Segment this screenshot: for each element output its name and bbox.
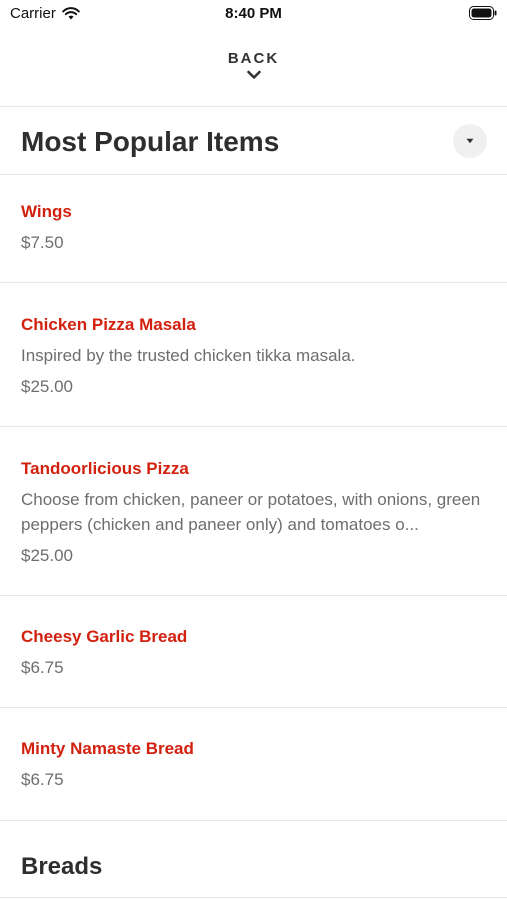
- battery-icon: [469, 6, 497, 20]
- divider: [0, 820, 507, 821]
- back-label: BACK: [227, 50, 280, 67]
- item-price: $7.50: [21, 233, 64, 252]
- menu-item-tandoorlicious-pizza[interactable]: Tandoorlicious Pizza Choose from chicken…: [0, 427, 507, 595]
- breads-section-title[interactable]: Breads: [21, 853, 102, 881]
- item-name: Wings: [21, 202, 72, 221]
- item-name: Chicken Pizza Masala: [21, 315, 196, 334]
- menu-item-cheesy-garlic-bread[interactable]: Cheesy Garlic Bread $6.75: [0, 596, 507, 707]
- menu-item-minty-namaste-bread[interactable]: Minty Namaste Bread $6.75: [0, 708, 507, 820]
- item-price: $25.00: [21, 546, 73, 565]
- status-bar: Carrier 8:40 PM: [0, 0, 507, 28]
- chevron-down-icon: [246, 70, 261, 79]
- item-description: Choose from chicken, paneer or potatoes,…: [21, 490, 481, 534]
- divider: [0, 897, 507, 898]
- section-collapse-button[interactable]: [453, 124, 487, 158]
- divider: [0, 106, 507, 107]
- section-header: Most Popular Items: [0, 108, 507, 174]
- menu-item-chicken-pizza-masala[interactable]: Chicken Pizza Masala Inspired by the tru…: [0, 283, 507, 426]
- item-price: $6.75: [21, 658, 64, 677]
- item-price: $6.75: [21, 770, 64, 789]
- item-description: Inspired by the trusted chicken tikka ma…: [21, 346, 356, 365]
- menu-item-wings[interactable]: Wings $7.50: [0, 175, 507, 282]
- item-price: $25.00: [21, 377, 73, 396]
- item-name: Cheesy Garlic Bread: [21, 627, 188, 646]
- section-title: Most Popular Items: [21, 126, 280, 157]
- status-time: 8:40 PM: [225, 5, 282, 22]
- item-name: Minty Namaste Bread: [21, 739, 194, 758]
- caret-down-icon: [466, 138, 474, 144]
- back-button[interactable]: BACK: [0, 44, 507, 106]
- item-name: Tandoorlicious Pizza: [21, 459, 189, 478]
